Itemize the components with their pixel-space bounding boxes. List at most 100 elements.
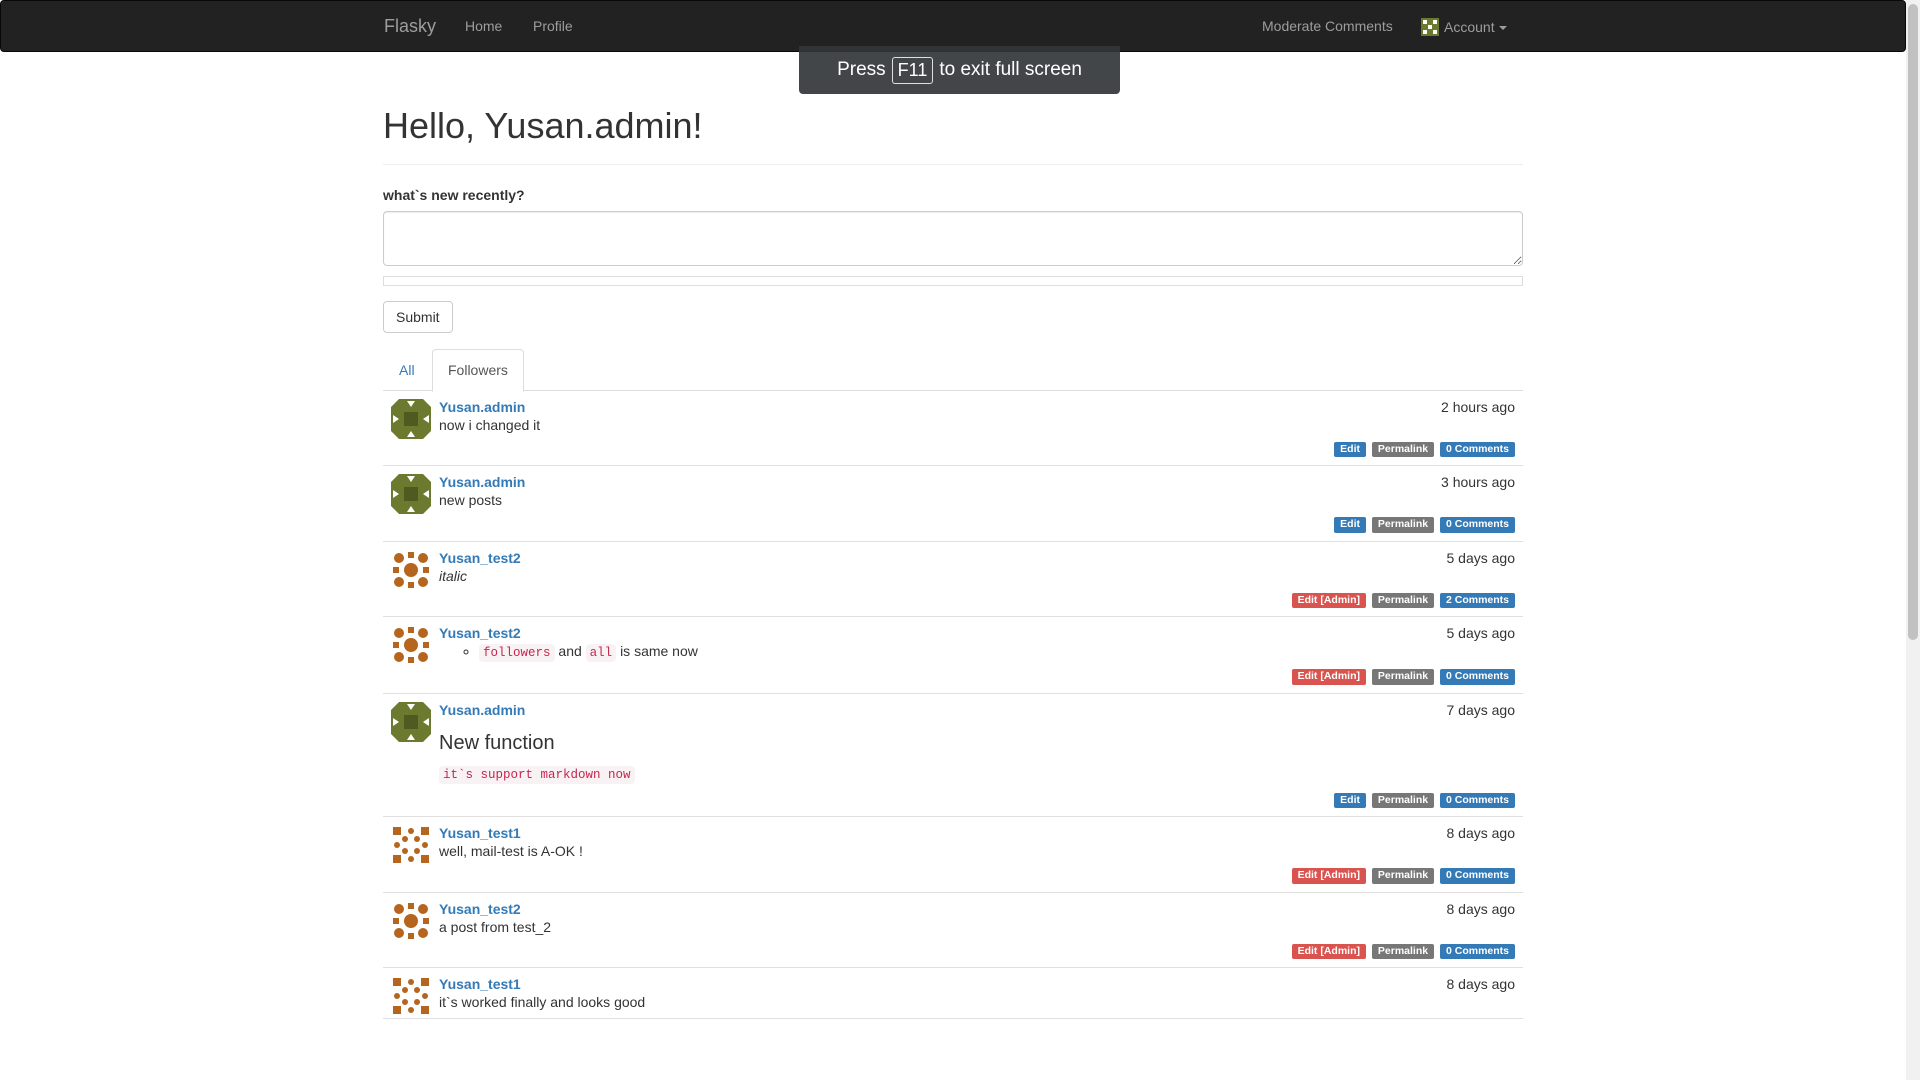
comments-button[interactable]: 0 Comments <box>1439 868 1515 884</box>
post-body: New function it`s support markdown now <box>439 731 1515 784</box>
post-footer: Edit [Admin] Permalink 0 Comments <box>439 941 1515 960</box>
post-paragraph: it`s support markdown now <box>439 765 1515 784</box>
post-item: Yusan_test2 5 days ago followers and all… <box>383 617 1523 694</box>
post-date: 3 hours ago <box>1441 474 1515 491</box>
nav-home[interactable]: Home <box>465 18 502 34</box>
comments-button[interactable]: 0 Comments <box>1439 441 1515 458</box>
post-date: 5 days ago <box>1446 549 1516 566</box>
post-item: Yusan_test2 5 days ago italic Edit [Admi… <box>383 542 1523 618</box>
post-body: new posts <box>439 492 503 509</box>
brand-link[interactable]: Flasky <box>384 16 436 37</box>
post-footer: Edit [Admin] Permalink 0 Comments <box>439 865 1515 884</box>
edit-button[interactable]: Edit <box>1334 441 1366 458</box>
edit-admin-button[interactable]: Edit [Admin] <box>1291 669 1366 685</box>
post-author[interactable]: Yusan_test2 <box>439 625 521 641</box>
post-author[interactable]: Yusan.admin <box>439 399 525 415</box>
post-item: Yusan_test2 8 days ago a post from test_… <box>383 893 1523 969</box>
account-avatar-icon <box>1421 18 1439 36</box>
test1-avatar-icon[interactable] <box>391 825 431 866</box>
comments-button[interactable]: 0 Comments <box>1439 517 1515 533</box>
post-bullet-item: followers and all is same now <box>479 643 1515 663</box>
post-body: italic <box>439 568 1515 584</box>
post-item: Yusan.admin 7 days ago New function it`s… <box>383 694 1523 818</box>
edit-admin-button[interactable]: Edit [Admin] <box>1291 868 1366 884</box>
markdown-preview <box>383 275 1523 286</box>
post-author[interactable]: Yusan_test2 <box>439 901 521 917</box>
post-date: 2 hours ago <box>1441 398 1515 415</box>
permalink-button[interactable]: Permalink <box>1371 669 1435 685</box>
post-body: it`s worked finally and looks good <box>439 994 646 1011</box>
post-date: 5 days ago <box>1446 625 1516 642</box>
post-footer: Edit Permalink 0 Comments <box>439 790 1515 809</box>
edit-button[interactable]: Edit <box>1334 517 1366 533</box>
navbar: Flasky Home Profile Moderate Comments Ac… <box>0 0 1906 52</box>
post-item: Yusan.admin 3 hours ago new posts Edit P… <box>383 466 1523 542</box>
navbar-container: Flasky Home Profile Moderate Comments Ac… <box>384 1 1524 51</box>
post-author[interactable]: Yusan.admin <box>439 702 525 718</box>
text-rest: is same now <box>620 643 698 660</box>
permalink-button[interactable]: Permalink <box>1371 592 1435 609</box>
page-scrollbar[interactable] <box>1906 0 1920 1080</box>
scrollbar-thumb[interactable] <box>1908 4 1918 640</box>
text-and: and <box>558 643 582 660</box>
comments-button[interactable]: 0 Comments <box>1439 792 1515 809</box>
account-label: Account <box>1444 19 1495 35</box>
test2-avatar-icon[interactable] <box>391 549 431 590</box>
permalink-button[interactable]: Permalink <box>1371 441 1435 458</box>
comments-button[interactable]: 0 Comments <box>1439 669 1515 685</box>
post-footer: Edit [Admin] Permalink 0 Comments <box>439 666 1515 685</box>
code-all: all <box>585 644 617 663</box>
admin-avatar-icon[interactable] <box>391 474 431 515</box>
post-heading: New function <box>439 731 555 754</box>
post-date: 8 days ago <box>1446 976 1516 993</box>
post-item: Yusan_test1 8 days ago it`s worked final… <box>383 968 1523 1020</box>
post-item: Yusan_test1 8 days ago well, mail-test i… <box>383 817 1523 893</box>
post-body: followers and all is same now <box>439 643 1515 663</box>
nav-profile[interactable]: Profile <box>533 18 573 34</box>
post-item: Yusan.admin 2 hours ago now i changed it… <box>383 391 1523 467</box>
edit-admin-button[interactable]: Edit [Admin] <box>1291 592 1366 609</box>
nav-account-dropdown[interactable]: Account <box>1421 18 1507 36</box>
post-date: 8 days ago <box>1446 825 1516 842</box>
code-followers: followers <box>479 644 555 663</box>
post-list: Yusan.admin 2 hours ago now i changed it… <box>383 391 1523 1020</box>
post-author[interactable]: Yusan_test1 <box>439 825 521 841</box>
post-date: 8 days ago <box>1446 900 1516 917</box>
test2-avatar-icon[interactable] <box>391 900 431 941</box>
post-body: well, mail-test is A-OK ! <box>439 843 583 860</box>
edit-admin-button[interactable]: Edit [Admin] <box>1291 943 1366 960</box>
post-author[interactable]: Yusan_test2 <box>439 550 521 566</box>
post-author[interactable]: Yusan_test1 <box>439 976 521 992</box>
page-header: Hello, Yusan.admin! <box>383 106 1523 165</box>
post-body: a post from test_2 <box>439 918 552 935</box>
post-body: now i changed it <box>439 416 541 433</box>
test2-avatar-icon[interactable] <box>391 625 431 666</box>
nav-moderate-comments[interactable]: Moderate Comments <box>1262 18 1393 34</box>
post-footer: Edit Permalink 0 Comments <box>439 514 1515 533</box>
admin-avatar-icon[interactable] <box>391 701 431 742</box>
test1-avatar-icon[interactable] <box>391 976 431 1017</box>
post-author[interactable]: Yusan.admin <box>439 474 525 490</box>
post-footer: Edit Permalink 0 Comments <box>439 439 1515 458</box>
post-form-label: what`s new recently? <box>383 186 525 203</box>
main-container: Hello, Yusan.admin! what`s new recently?… <box>383 52 1523 1020</box>
permalink-button[interactable]: Permalink <box>1371 517 1435 533</box>
post-textarea[interactable] <box>383 210 1523 266</box>
permalink-button[interactable]: Permalink <box>1371 868 1435 884</box>
comments-button[interactable]: 0 Comments <box>1439 943 1515 960</box>
post-tabs: All Followers <box>383 348 1523 392</box>
submit-button[interactable]: Submit <box>383 300 453 333</box>
post-bullet-list: followers and all is same now <box>439 643 1515 663</box>
admin-avatar-icon[interactable] <box>391 398 431 439</box>
tab-followers[interactable]: Followers <box>432 348 524 392</box>
post-date: 7 days ago <box>1446 701 1516 718</box>
comments-button[interactable]: 2 Comments <box>1439 592 1515 609</box>
tab-all[interactable]: All <box>383 349 431 391</box>
post-footer: Edit [Admin] Permalink 2 Comments <box>439 590 1515 609</box>
caret-down-icon <box>1498 26 1507 31</box>
permalink-button[interactable]: Permalink <box>1371 943 1435 960</box>
edit-button[interactable]: Edit <box>1334 792 1366 809</box>
permalink-button[interactable]: Permalink <box>1371 792 1435 809</box>
page-title: Hello, Yusan.admin! <box>383 105 703 146</box>
post-italic-text: italic <box>439 567 468 584</box>
